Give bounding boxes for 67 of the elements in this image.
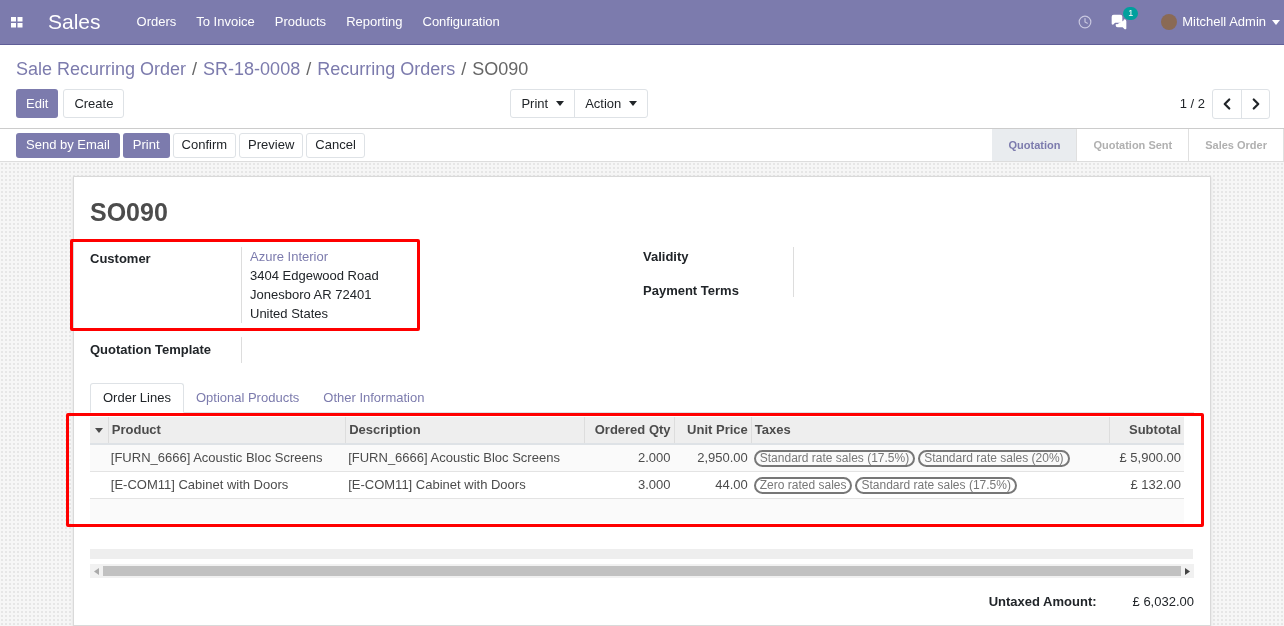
user-avatar xyxy=(1161,14,1178,30)
column-header[interactable]: Product xyxy=(107,417,346,443)
messages-icon[interactable] xyxy=(1111,14,1128,30)
field-label: Validity xyxy=(643,248,690,266)
scrollbar-thumb[interactable] xyxy=(103,566,1181,576)
header-button[interactable]: Cancel xyxy=(306,132,365,158)
apps-menu-icon[interactable] xyxy=(11,16,23,28)
header-button[interactable]: Confirm xyxy=(172,132,237,158)
field-label: Customer xyxy=(90,250,152,268)
table-cell-text: [E-COM11] Cabinet with Doors xyxy=(109,476,290,495)
menu-item[interactable]: Products xyxy=(274,12,327,32)
table-cell-text: [FURN_6666] Acoustic Bloc Screens xyxy=(347,449,561,468)
breadcrumb-separator: / xyxy=(306,57,312,81)
table-cell-text: £ 132.00 xyxy=(1129,476,1182,495)
field-label: Quotation Template xyxy=(90,341,213,360)
order-title: SO090 xyxy=(90,197,169,227)
header-button[interactable]: Print xyxy=(122,132,170,158)
scroll-right-icon[interactable] xyxy=(1185,567,1190,575)
column-header[interactable]: Subtotal xyxy=(1108,417,1184,443)
table-cell-text: 2.000 xyxy=(637,449,672,468)
total-value: £ 6,032.00 xyxy=(1132,594,1194,609)
menu-item[interactable]: Orders xyxy=(136,12,177,32)
address-line: United States xyxy=(250,305,330,323)
table-cell-text: [E-COM11] Cabinet with Doors xyxy=(347,476,527,495)
field-label: Payment Terms xyxy=(643,281,740,300)
menu-item[interactable]: To Invoice xyxy=(196,12,255,32)
address-line: Jonesboro AR 72401 xyxy=(250,286,373,304)
tax-tag: Standard rate sales (17.5%) xyxy=(855,476,1017,494)
tax-tag: Standard rate sales (17.5%) xyxy=(753,449,916,467)
form-tab[interactable]: Other Information xyxy=(311,383,437,413)
menu-item[interactable]: Configuration xyxy=(422,12,500,32)
address-line: 3404 Edgewood Road xyxy=(250,267,379,285)
control-button[interactable]: Edit xyxy=(16,89,59,118)
table-cell-text: 3.000 xyxy=(637,476,672,495)
control-button[interactable]: Create xyxy=(63,89,125,118)
form-tab[interactable]: Order Lines xyxy=(90,383,184,413)
message-count-badge: 1 xyxy=(1123,7,1139,20)
breadcrumb[interactable]: Sale Recurring Order xyxy=(16,55,187,83)
total-label: Untaxed Amount: xyxy=(988,594,1097,609)
dropdown-button[interactable]: Print xyxy=(511,90,575,117)
column-header[interactable]: Description xyxy=(345,417,584,443)
breadcrumb[interactable]: SR-18-0008 xyxy=(203,55,301,83)
status-stage[interactable]: Quotation xyxy=(992,129,1078,161)
scroll-left-icon[interactable] xyxy=(94,567,99,575)
table-cell-text: 2,950.00 xyxy=(696,449,749,468)
tax-tag: Standard rate sales (20%) xyxy=(918,449,1070,467)
app-title[interactable]: Sales xyxy=(48,6,101,38)
tax-tag: Zero rated sales xyxy=(753,476,853,494)
header-button[interactable]: Preview xyxy=(239,132,304,158)
column-header[interactable]: Ordered Qty xyxy=(583,417,674,443)
form-tab[interactable]: Optional Products xyxy=(183,383,312,413)
table-cell-text: [FURN_6666] Acoustic Bloc Screens xyxy=(109,449,324,468)
column-header[interactable]: Unit Price xyxy=(673,417,751,443)
breadcrumb[interactable]: Recurring Orders xyxy=(317,55,456,83)
table-cell-text: £ 5,900.00 xyxy=(1118,449,1182,468)
pager-value: 1 / 2 xyxy=(1179,94,1205,113)
column-header[interactable]: Taxes xyxy=(750,417,1109,443)
user-menu[interactable]: Mitchell Admin xyxy=(1182,12,1266,32)
breadcrumb-separator: / xyxy=(192,57,198,81)
customer-link[interactable]: Azure Interior xyxy=(250,247,379,266)
dropdown-button[interactable]: Action xyxy=(574,90,648,117)
menu-item[interactable]: Reporting xyxy=(346,12,403,32)
header-button[interactable]: Send by Email xyxy=(16,132,120,158)
breadcrumb-separator: / xyxy=(461,57,467,81)
activity-clock-icon[interactable] xyxy=(1078,15,1093,29)
current-page-title: SO090 xyxy=(472,57,529,81)
table-cell-text: 44.00 xyxy=(714,476,749,495)
